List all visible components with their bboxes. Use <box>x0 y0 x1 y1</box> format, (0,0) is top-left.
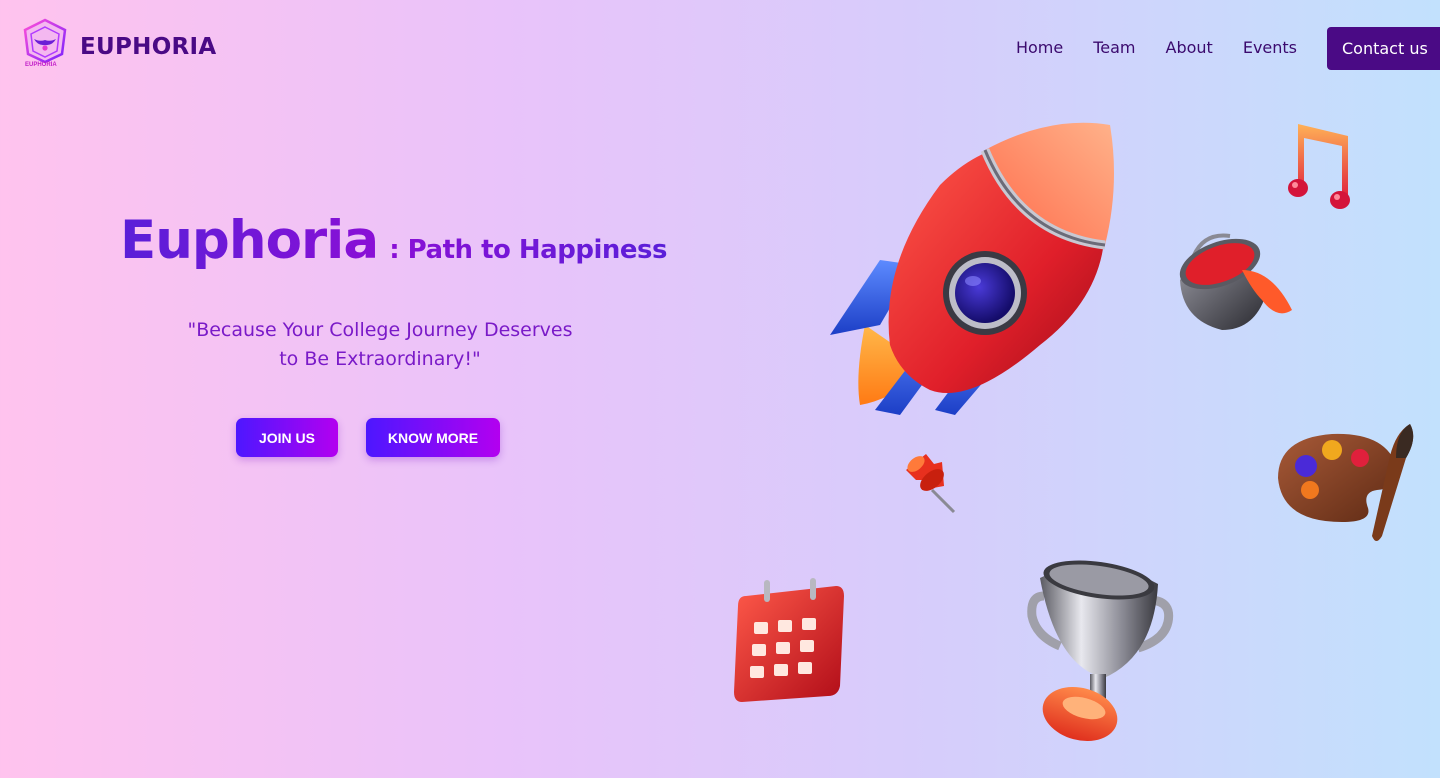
hero-quote: "Because Your College Journey Deserves t… <box>160 316 600 374</box>
hero-title-subtitle: : Path to Happiness <box>389 235 667 265</box>
hero-quote-line-2: to Be Extraordinary!" <box>279 348 481 370</box>
push-pin-icon <box>906 454 956 514</box>
join-us-button[interactable]: JOIN US <box>236 418 338 457</box>
trophy-icon <box>1027 560 1174 741</box>
know-more-button[interactable]: KNOW MORE <box>366 418 500 457</box>
palette-icon <box>1278 424 1414 541</box>
nav-link-home[interactable]: Home <box>1016 38 1063 57</box>
hero-quote-line-1: "Because Your College Journey Deserves <box>187 319 573 341</box>
paint-bucket-icon <box>1179 233 1292 330</box>
music-note-icon <box>1288 124 1350 209</box>
calendar-icon <box>734 578 844 702</box>
nav-link-about[interactable]: About <box>1166 38 1213 57</box>
site-header: EUPHORIA EUPHORIA Home Team About Events… <box>0 0 1440 96</box>
main-nav: Home Team About Events <box>1016 38 1297 57</box>
contact-us-button[interactable]: Contact us <box>1327 27 1440 70</box>
hero-title-main: Euphoria <box>120 210 379 271</box>
brand-name[interactable]: EUPHORIA <box>80 34 217 60</box>
logo-caption: EUPHORIA <box>25 62 57 68</box>
nav-link-team[interactable]: Team <box>1093 38 1135 57</box>
nav-link-events[interactable]: Events <box>1243 38 1297 57</box>
hero-title: Euphoria : Path to Happiness <box>120 210 667 271</box>
rocket-icon <box>830 122 1114 415</box>
